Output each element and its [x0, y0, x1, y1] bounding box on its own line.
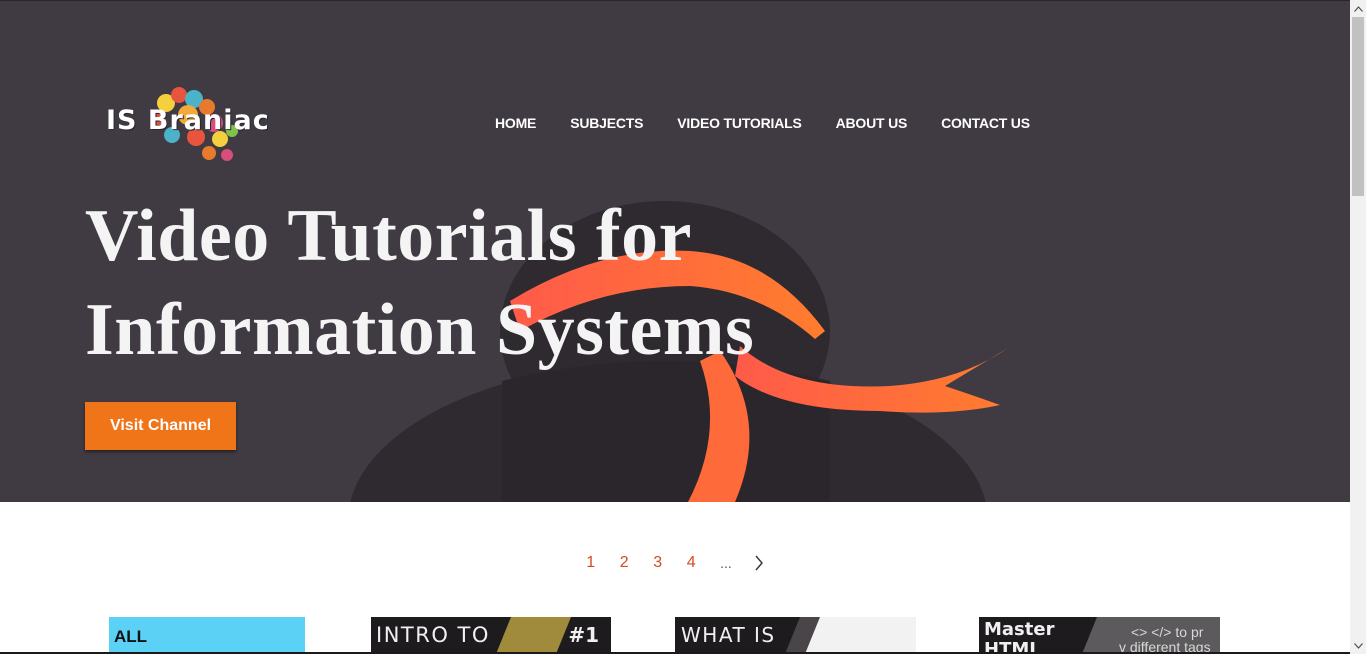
hero-headline-line-1: Video Tutorials for: [85, 195, 693, 277]
card-title: WHAT IS: [681, 623, 776, 647]
visit-channel-button[interactable]: Visit Channel: [85, 402, 236, 450]
card-caption-line-1: <> </> to pr: [1131, 624, 1204, 640]
pagination-ellipsis: ...: [720, 555, 732, 571]
nav-about-us[interactable]: ABOUT US: [819, 115, 925, 131]
logo-wordmark: IS Braniac: [106, 105, 270, 136]
video-card-master-html[interactable]: Master HTML <> </> to pr v different tags: [979, 617, 1220, 654]
video-card-what-is[interactable]: WHAT IS: [675, 617, 916, 654]
card-title: INTRO TO: [376, 623, 490, 647]
next-page-button[interactable]: [744, 551, 774, 575]
page-link-2[interactable]: 2: [608, 551, 642, 575]
main-nav: HOME SUBJECTS VIDEO TUTORIALS ABOUT US C…: [478, 115, 1047, 131]
nav-home[interactable]: HOME: [478, 115, 553, 131]
vertical-scrollbar[interactable]: [1350, 0, 1366, 654]
scroll-down-arrow-icon[interactable]: [1350, 637, 1366, 654]
brand-logo[interactable]: IS Braniac: [104, 85, 270, 163]
video-card-all[interactable]: ALL: [109, 617, 305, 654]
card-badge: #1: [568, 623, 599, 647]
nav-subjects[interactable]: SUBJECTS: [553, 115, 660, 131]
page-link-4[interactable]: 4: [675, 551, 709, 575]
page-link-3[interactable]: 3: [641, 551, 675, 575]
scroll-up-arrow-icon[interactable]: [1350, 0, 1366, 17]
hero-banner: IS Braniac HOME SUBJECTS VIDEO TUTORIALS…: [0, 0, 1350, 502]
hero-headline: Video Tutorials for Information Systems: [85, 189, 985, 377]
chevron-right-icon: [755, 555, 763, 571]
page: IS Braniac HOME SUBJECTS VIDEO TUTORIALS…: [0, 0, 1350, 654]
nav-video-tutorials[interactable]: VIDEO TUTORIALS: [660, 115, 818, 131]
card-title: ALL: [114, 627, 148, 646]
card-title-line-1: Master: [984, 619, 1055, 640]
card-title: Master HTML: [984, 620, 1054, 654]
pagination: 1 2 3 4 ...: [574, 551, 774, 575]
hero-headline-line-2: Information Systems: [85, 289, 755, 371]
video-card-intro[interactable]: INTRO TO #1: [371, 617, 611, 654]
nav-contact-us[interactable]: CONTACT US: [924, 115, 1047, 131]
video-card-row: ALL INTRO TO #1 WHAT IS Master HTML <> </…: [0, 617, 1350, 654]
page-link-1[interactable]: 1: [574, 551, 608, 575]
scrollbar-thumb[interactable]: [1352, 17, 1364, 196]
